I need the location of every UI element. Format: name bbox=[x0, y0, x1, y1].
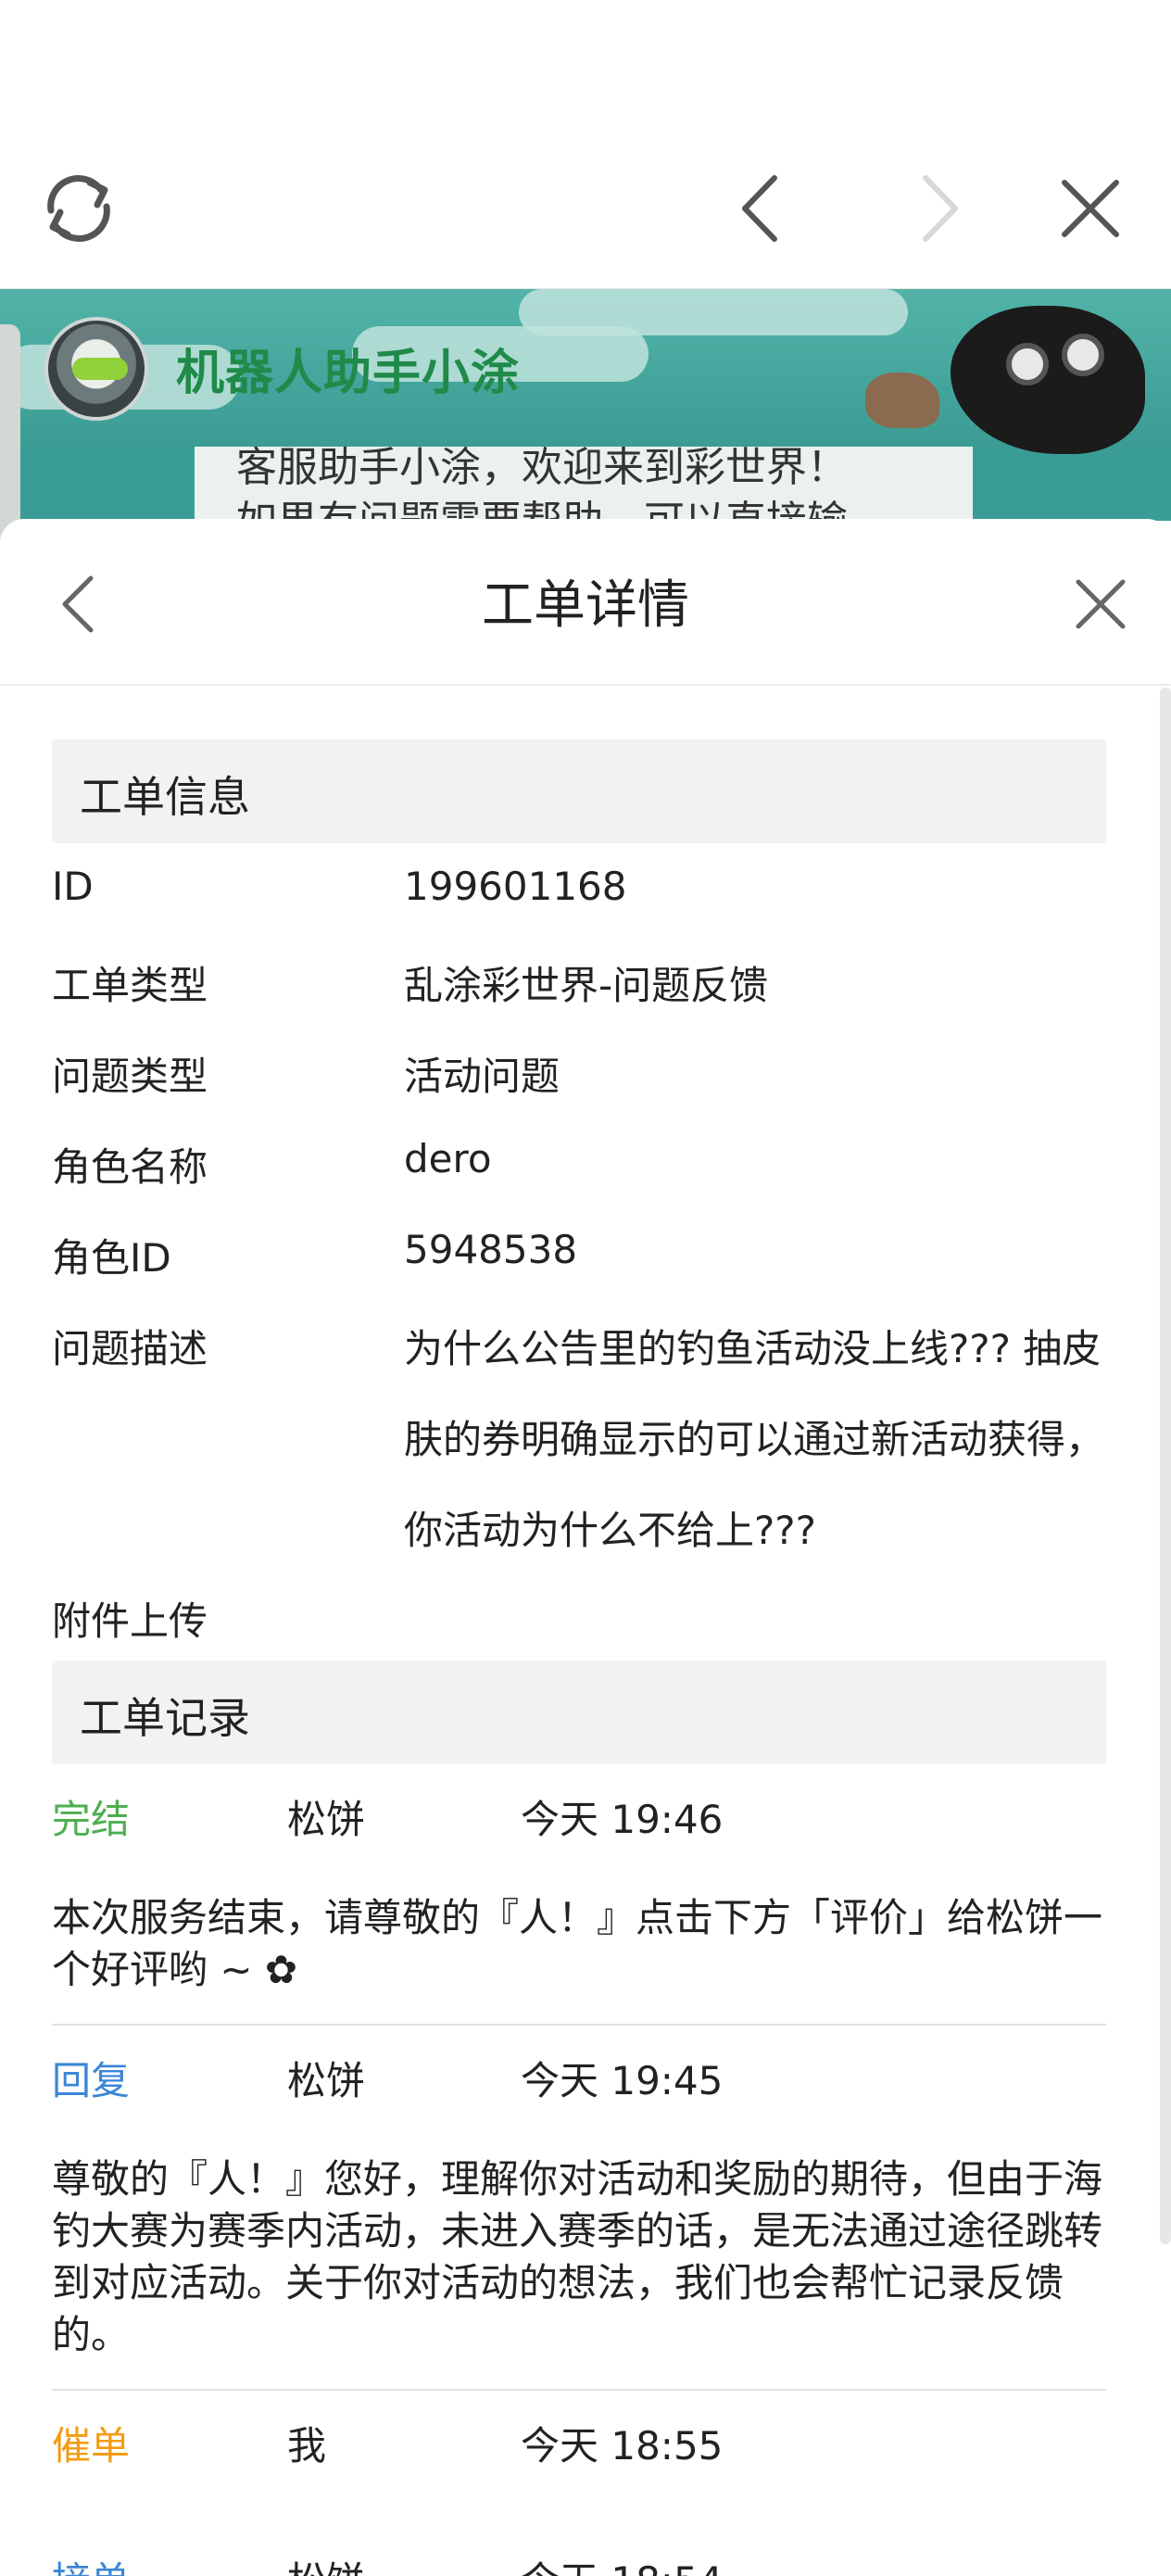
bot-name: 机器人助手小涂 bbox=[176, 346, 521, 401]
record-agent: 松饼 bbox=[287, 2550, 365, 2576]
refresh-icon[interactable] bbox=[28, 158, 130, 259]
record-agent: 我 bbox=[287, 2423, 327, 2469]
field-value-issue-type: 活动问题 bbox=[404, 1054, 560, 1099]
field-value-role-name: dero bbox=[404, 1136, 492, 1181]
field-label-ticket-type: 工单类型 bbox=[52, 963, 208, 1008]
cloud-decoration bbox=[519, 289, 908, 335]
robot-avatar bbox=[44, 317, 148, 421]
ticket-records-heading: 工单记录 bbox=[52, 1661, 1106, 1764]
record-time: 今天 19:45 bbox=[521, 2058, 724, 2103]
greeting-line: 客服助手小涂，欢迎来到彩世界！ bbox=[236, 444, 848, 491]
scrollbar[interactable] bbox=[1160, 688, 1171, 2244]
field-label-description: 问题描述 bbox=[52, 1326, 208, 1371]
field-value-id: 199601168 bbox=[404, 864, 627, 909]
greeting-line: 如果有问题需要帮助，可以直接输 bbox=[236, 487, 848, 521]
section-title: 工单信息 bbox=[80, 772, 250, 822]
section-title: 工单记录 bbox=[80, 1693, 250, 1743]
field-value-description-line: 你活动为什么不给上??? bbox=[404, 1508, 816, 1553]
field-value-description-line: 肤的券明确显示的可以通过新活动获得， bbox=[404, 1417, 1105, 1462]
field-label-issue-type: 问题类型 bbox=[52, 1054, 208, 1099]
browser-toolbar bbox=[0, 0, 1171, 289]
field-label-role-id: 角色ID bbox=[52, 1235, 171, 1281]
record-message-line: 到对应活动。关于你对活动的想法，我们也会帮忙记录反馈 bbox=[52, 2260, 1064, 2305]
sheet-header: 工单详情 bbox=[0, 519, 1171, 686]
field-value-description-line: 为什么公告里的钓鱼活动没上线??? 抽皮 bbox=[404, 1326, 1102, 1371]
record-status: 完结 bbox=[52, 1797, 131, 1842]
raccoon-mascot bbox=[865, 373, 939, 428]
close-browser-icon[interactable] bbox=[1039, 158, 1141, 259]
record-agent: 松饼 bbox=[287, 1797, 366, 1842]
record-message-line: 尊敬的『人！』您好，理解你对活动和奖励的期待，但由于海 bbox=[52, 2156, 1103, 2202]
back-arrow-icon[interactable] bbox=[709, 158, 811, 259]
game-banner: 机器人助手小涂 客服助手小涂，欢迎来到彩世界！ 如果有问题需要帮助，可以直接输 bbox=[0, 289, 1171, 521]
record-message-line: 本次服务结束，请尊敬的『人！』点击下方「评价」给松饼一 bbox=[52, 1895, 1103, 1940]
record-status: 接单 bbox=[52, 2550, 130, 2576]
record-message-line: 钓大赛为赛季内活动，未进入赛季的话，是无法通过途径跳转 bbox=[52, 2208, 1103, 2254]
record-agent: 松饼 bbox=[287, 2058, 366, 2103]
record-time: 今天 18:54 bbox=[521, 2550, 723, 2576]
field-value-ticket-type: 乱涂彩世界-问题反馈 bbox=[404, 963, 769, 1008]
record-divider bbox=[52, 2389, 1106, 2391]
field-label-id: ID bbox=[52, 864, 94, 909]
record-time: 今天 18:55 bbox=[521, 2423, 724, 2469]
record-time: 今天 19:46 bbox=[521, 1797, 724, 1842]
ticket-detail-sheet: 工单详情 工单信息 ID 199601168 工单类型 乱涂彩世界-问题反馈 问… bbox=[0, 519, 1171, 2576]
record-message-line: 的。 bbox=[52, 2312, 131, 2357]
record-message-line: 个好评哟 ~ ✿ bbox=[52, 1947, 298, 1992]
field-value-role-id: 5948538 bbox=[404, 1227, 578, 1272]
record-status: 回复 bbox=[52, 2058, 131, 2103]
record-status: 催单 bbox=[52, 2423, 131, 2469]
ticket-info-heading: 工单信息 bbox=[52, 739, 1106, 843]
sheet-title: 工单详情 bbox=[482, 575, 689, 636]
record-divider bbox=[52, 2024, 1106, 2026]
field-label-role-name: 角色名称 bbox=[52, 1144, 208, 1190]
greeting-bubble: 客服助手小涂，欢迎来到彩世界！ 如果有问题需要帮助，可以直接输 bbox=[195, 444, 973, 521]
forward-arrow-icon[interactable] bbox=[889, 158, 991, 259]
sheet-close-icon[interactable] bbox=[1064, 567, 1138, 641]
field-label-attachment: 附件上传 bbox=[52, 1598, 208, 1644]
